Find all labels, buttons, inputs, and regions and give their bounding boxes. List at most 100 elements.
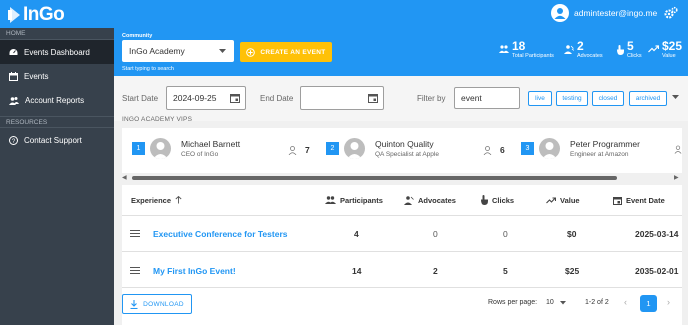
- events-table: Experience Participants Advocates Clicks…: [122, 185, 682, 325]
- chip-closed[interactable]: closed: [592, 91, 624, 106]
- download-button[interactable]: DOWNLOAD: [122, 294, 192, 314]
- vip-name: Quinton Quality: [375, 138, 434, 149]
- community-select[interactable]: InGo Academy: [122, 40, 234, 62]
- clicks-cell: 5: [503, 266, 508, 276]
- event-date-cell: 2025-03-14: [635, 229, 679, 239]
- prev-page-icon[interactable]: ‹: [624, 297, 627, 307]
- vip-card[interactable]: 3 Peter Programmer Engineer at Amazon: [521, 138, 640, 159]
- header-label: Event Date: [626, 195, 665, 205]
- avatar-icon: [344, 138, 365, 159]
- community-header: Community InGo Academy Start typing to s…: [114, 28, 688, 76]
- menu-icon[interactable]: [130, 267, 140, 274]
- header-clicks[interactable]: Clicks: [480, 185, 514, 215]
- people-icon: [9, 96, 19, 105]
- vips-title: INGO ACADEMY VIPS: [122, 116, 193, 123]
- vip-count: 7: [288, 145, 310, 155]
- ingo-logo[interactable]: InGo: [8, 4, 65, 26]
- header-value[interactable]: Value: [546, 185, 580, 215]
- stat-total-participants: 18 Total Participants: [499, 40, 554, 60]
- user-avatar-icon: [551, 4, 569, 22]
- sidebar-item-label: Contact Support: [24, 135, 82, 145]
- advocates-cell: 2: [433, 266, 438, 276]
- stat-label: Clicks: [627, 53, 642, 59]
- vip-name: Peter Programmer: [570, 138, 640, 149]
- help-circle-icon: ?: [9, 135, 18, 145]
- event-link[interactable]: Executive Conference for Testers: [153, 229, 287, 239]
- next-page-icon[interactable]: ›: [667, 297, 670, 307]
- sidebar-item-events[interactable]: Events: [0, 64, 114, 88]
- vip-card[interactable]: 2 Quinton Quality QA Specialist at Apple: [326, 138, 439, 159]
- chips-expand-icon[interactable]: [672, 95, 679, 100]
- event-date-cell: 2035-02-01: [635, 266, 679, 276]
- menu-icon[interactable]: [130, 230, 140, 237]
- header-event-date[interactable]: Event Date: [613, 185, 665, 215]
- logo-text: InGo: [23, 4, 65, 25]
- header-advocates[interactable]: Advocates: [404, 185, 456, 215]
- scroll-right-icon[interactable]: ▶: [674, 174, 679, 181]
- create-event-button[interactable]: CREATE AN EVENT: [240, 42, 332, 62]
- vip-rank: 1: [132, 142, 145, 155]
- divider: [122, 251, 682, 252]
- divider: [122, 287, 682, 288]
- value-cell: $0: [567, 229, 577, 239]
- community-label: Community: [122, 33, 153, 39]
- header-experience[interactable]: Experience: [131, 185, 182, 215]
- trending-up-icon: [648, 45, 659, 53]
- vip-role: Engineer at Amazon: [570, 150, 629, 158]
- end-date-label: End Date: [260, 94, 294, 103]
- vip-count: [674, 145, 682, 154]
- header-participants[interactable]: Participants: [325, 185, 383, 215]
- filter-input-value: event: [461, 93, 482, 103]
- settings-gears-icon[interactable]: [664, 6, 678, 22]
- start-date-field[interactable]: 2024-09-25: [166, 86, 246, 110]
- vips-scrollbar[interactable]: ◀ ▶: [122, 174, 682, 181]
- calendar-icon: [613, 196, 622, 205]
- calendar-icon[interactable]: [368, 93, 378, 103]
- start-date-value: 2024-09-25: [173, 93, 217, 103]
- end-date-field[interactable]: [300, 86, 384, 110]
- value-cell: $25: [565, 266, 580, 276]
- sidebar-resources-header: RESOURCES: [0, 116, 114, 128]
- page-button-current[interactable]: 1: [640, 295, 657, 312]
- chip-archived[interactable]: archived: [629, 91, 667, 106]
- header-label: Advocates: [418, 195, 456, 205]
- rows-per-page-select[interactable]: 10: [546, 299, 566, 306]
- top-bar: InGo admintester@ingo.me: [0, 0, 688, 28]
- touch-icon: [617, 45, 624, 55]
- scrollbar-thumb[interactable]: [132, 176, 617, 180]
- stat-advocates: 2 Advocates: [564, 40, 603, 60]
- event-link[interactable]: My First InGo Event!: [153, 266, 236, 276]
- sidebar-item-label: Events: [24, 71, 49, 81]
- vip-count: 6: [483, 145, 505, 155]
- sort-arrow-up-icon[interactable]: [175, 196, 182, 204]
- sidebar: HOME Events Dashboard Events Account Rep…: [0, 28, 114, 325]
- stat-label: Value: [662, 53, 676, 59]
- sidebar-item-label: Events Dashboard: [24, 47, 90, 57]
- vip-role: CEO of InGo: [181, 150, 219, 158]
- chip-testing[interactable]: testing: [556, 91, 588, 106]
- logo-mark-icon: [8, 7, 20, 23]
- user-menu[interactable]: admintester@ingo.me: [551, 4, 657, 22]
- chip-live[interactable]: live: [528, 91, 552, 106]
- dropdown-arrow-icon: [559, 300, 566, 304]
- filter-input[interactable]: event: [454, 87, 520, 109]
- participants-cell: 4: [354, 229, 359, 239]
- trending-up-icon: [546, 196, 556, 203]
- scroll-left-icon[interactable]: ◀: [122, 174, 127, 181]
- vip-card[interactable]: 1 Michael Barnett CEO of InGo: [132, 138, 240, 159]
- user-email: admintester@ingo.me: [574, 8, 658, 18]
- calendar-icon[interactable]: [230, 93, 240, 103]
- filter-bar: Start Date 2024-09-25 End Date Filter by…: [114, 76, 688, 121]
- avatar-icon: [539, 138, 560, 159]
- sidebar-item-contact-support[interactable]: ? Contact Support: [0, 128, 114, 152]
- sidebar-item-account-reports[interactable]: Account Reports: [0, 88, 114, 112]
- sidebar-item-events-dashboard[interactable]: Events Dashboard: [0, 40, 114, 64]
- avatar-icon: [150, 138, 171, 159]
- clicks-cell: 0: [503, 229, 508, 239]
- pagination-range: 1-2 of 2: [585, 299, 609, 306]
- person-outline-icon: [674, 145, 682, 154]
- stat-value: $25: [662, 39, 683, 53]
- stat-value: 18: [512, 39, 526, 53]
- filter-by-label: Filter by: [417, 94, 446, 103]
- people-icon: [325, 196, 336, 204]
